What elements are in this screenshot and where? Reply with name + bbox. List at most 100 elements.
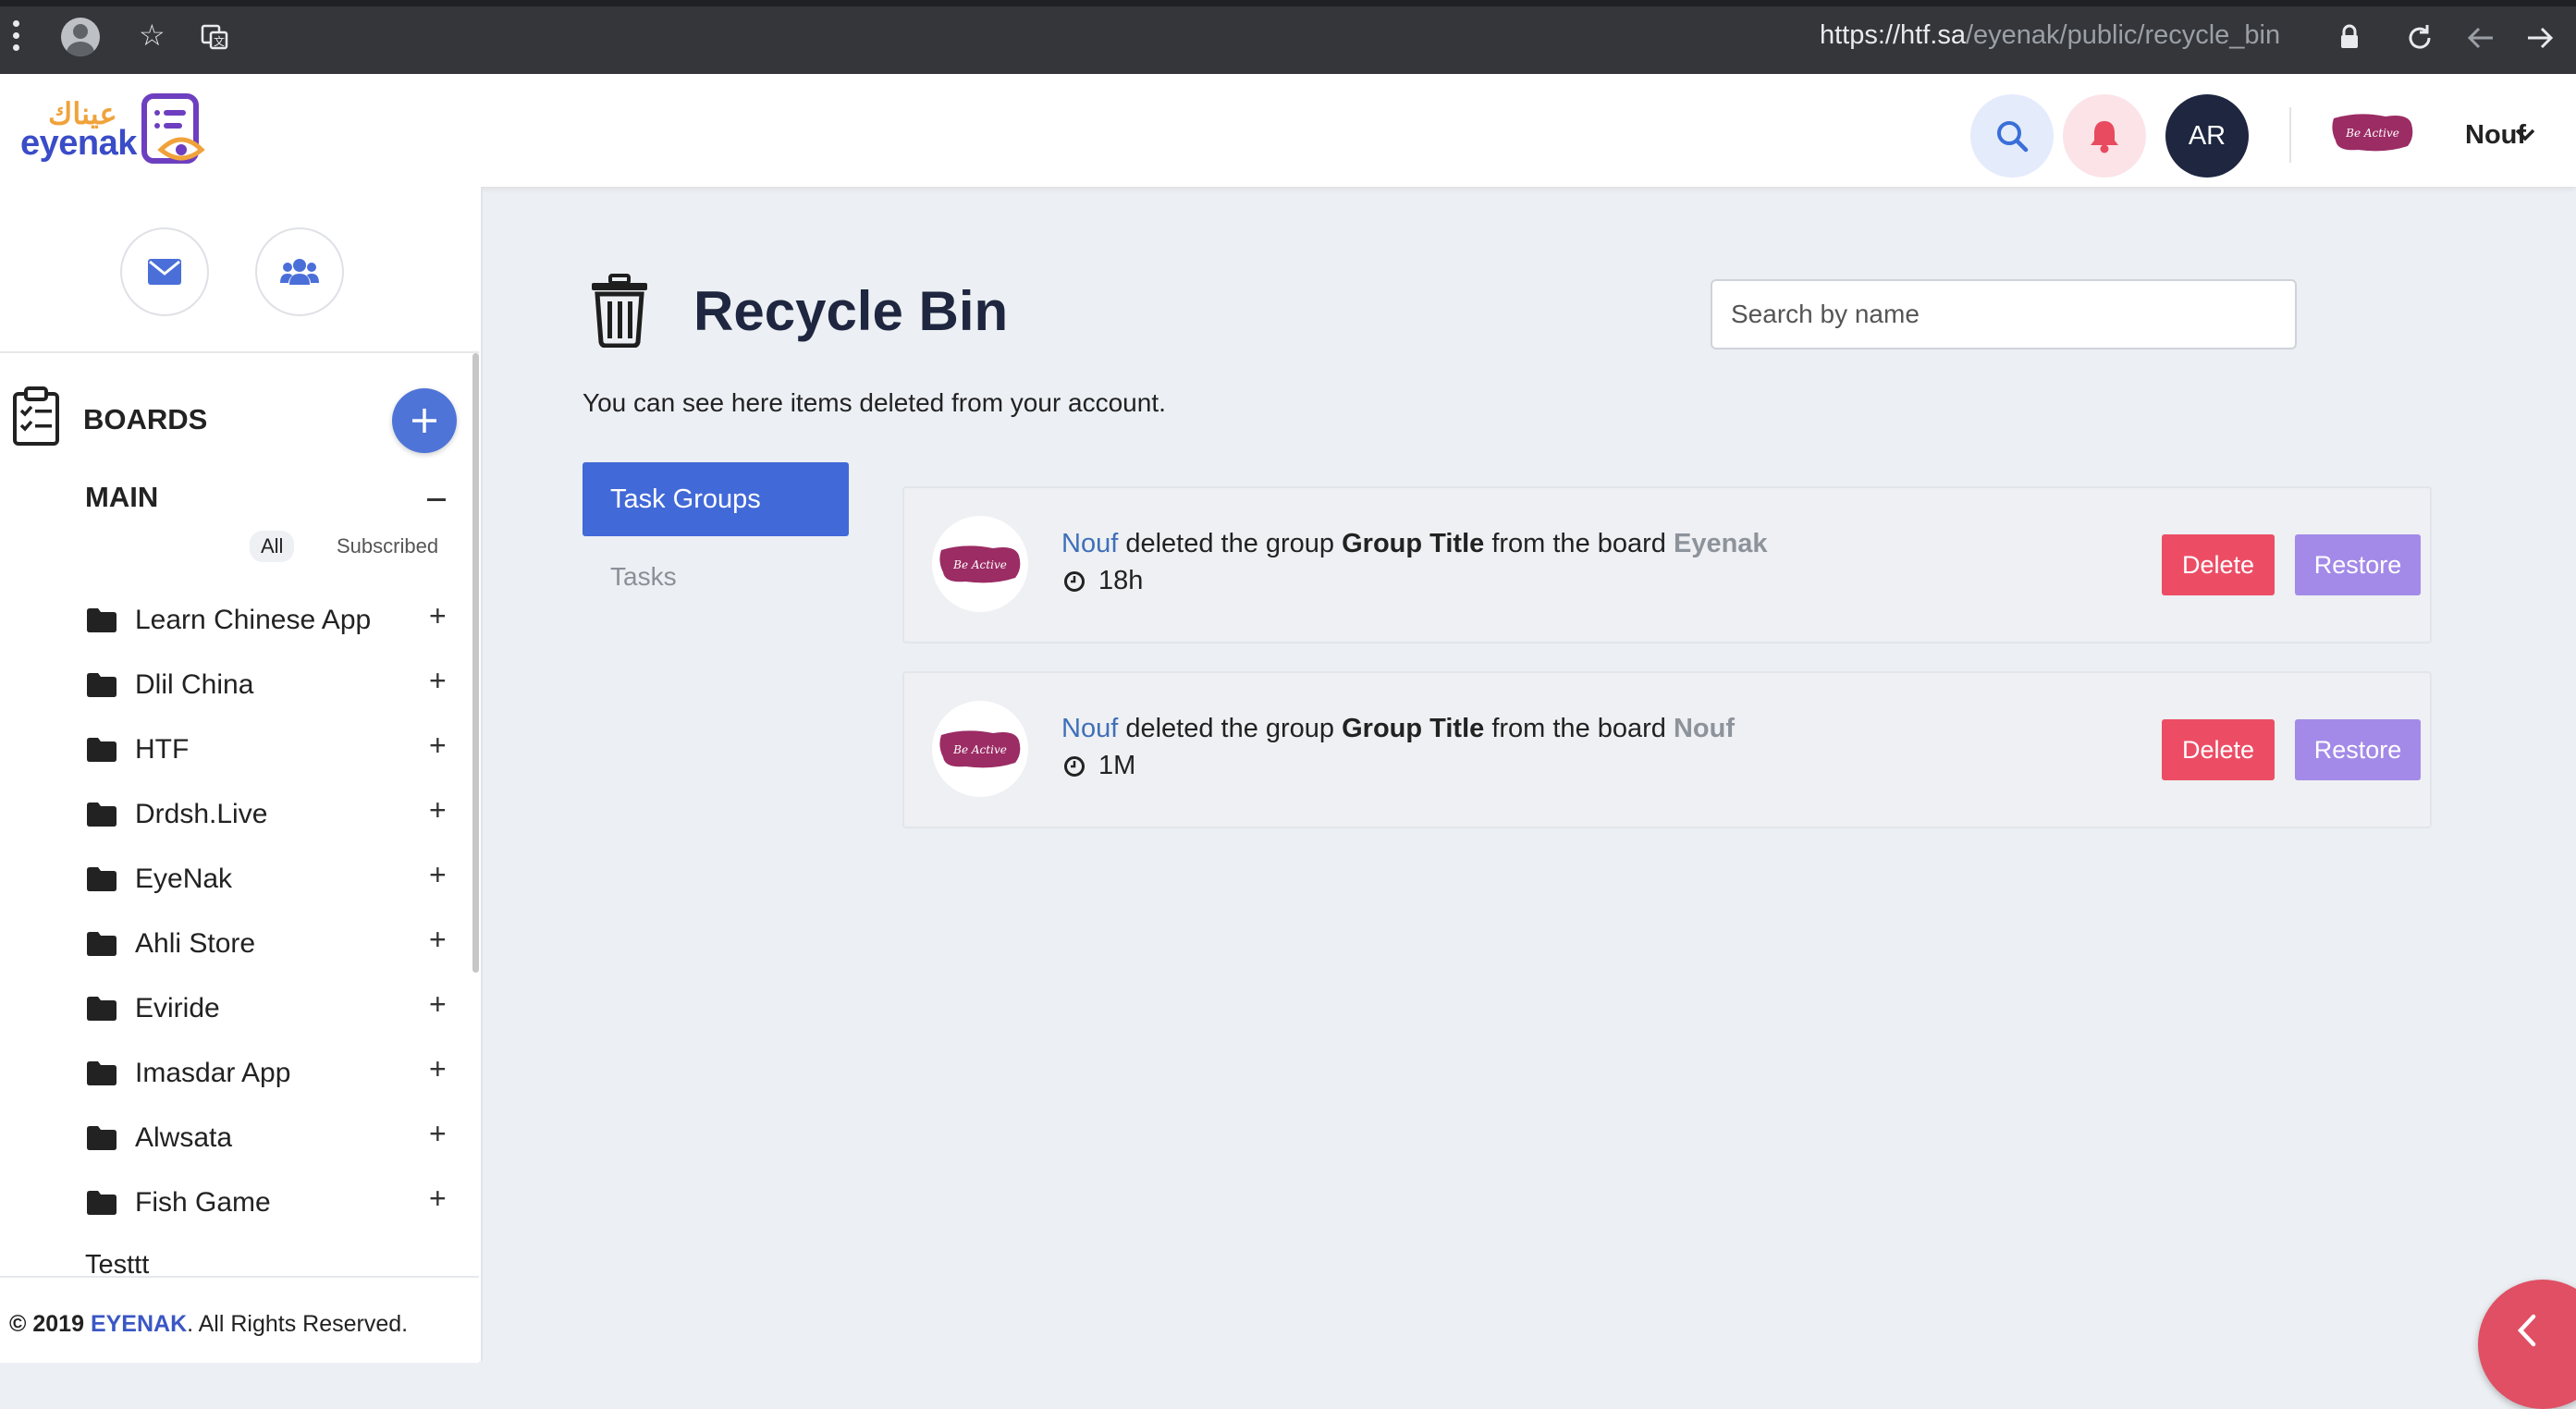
chevron-left-icon (2517, 1314, 2536, 1347)
time-ago: 1M (1098, 751, 1136, 780)
copyright-text: © 2019 EYENAK. All Rights Reserved. (9, 1311, 408, 1338)
deletion-time: 18h (1063, 566, 1143, 596)
board-item[interactable]: HTF + (0, 723, 462, 778)
browser-menu-icon[interactable] (13, 20, 20, 56)
deletion-message: Nouf deleted the group Group Title from … (1061, 529, 1768, 559)
main-group-title[interactable]: MAIN (85, 481, 158, 514)
deleted-item-card: Be Active Nouf deleted the group Group T… (902, 671, 2432, 828)
restore-button[interactable]: Restore (2295, 534, 2421, 595)
users-icon (280, 259, 319, 285)
time-ago: 18h (1098, 566, 1144, 595)
board-name: Learn Chinese App (135, 605, 372, 635)
group-name: Group Title (1342, 529, 1485, 558)
actor-name-link[interactable]: Nouf (1061, 714, 1118, 743)
page-title: Recycle Bin (693, 280, 1009, 342)
board-item[interactable]: Fish Game + (0, 1176, 462, 1231)
boards-title: BOARDS (83, 403, 208, 435)
logo-english-text: eyenak (20, 124, 137, 163)
board-item[interactable]: Ahli Store + (0, 917, 462, 973)
board-name: Eviride (135, 993, 220, 1023)
folder-icon (87, 738, 117, 762)
copyright-year: © 2019 (9, 1311, 84, 1337)
message-text: from the board (1484, 529, 1674, 558)
url-path: /eyenak/public/recycle_bin (1965, 20, 2281, 50)
logo-eye-icon (141, 93, 205, 164)
message-text: deleted the group (1118, 714, 1343, 743)
sidebar-scrollbar[interactable] (472, 353, 479, 973)
tab-tasks[interactable]: Tasks (610, 562, 677, 592)
address-bar-url[interactable]: https://htf.sa/eyenak/public/recycle_bin (1820, 20, 2280, 51)
add-group-plus-icon[interactable]: + (429, 989, 447, 1019)
language-button[interactable]: AR (2165, 94, 2249, 178)
board-item[interactable]: Dlil China + (0, 658, 462, 714)
clock-icon (1064, 755, 1085, 777)
tab-task-groups[interactable]: Task Groups (583, 462, 849, 536)
board-item[interactable]: EyeNak + (0, 852, 462, 908)
board-item[interactable]: Imasdar App + (0, 1047, 462, 1102)
board-item[interactable]: Eviride + (0, 982, 462, 1037)
avatar-text: Be Active (952, 743, 1007, 756)
be-active-brush-logo: Be Active (939, 545, 1021, 583)
sidebar-footer: © 2019 EYENAK. All Rights Reserved. (0, 1276, 479, 1363)
messages-button[interactable] (120, 227, 209, 316)
board-name: Nouf (1673, 714, 1736, 743)
user-avatar[interactable]: Be Active (2330, 109, 2415, 155)
reload-icon[interactable] (2404, 22, 2435, 54)
board-name: Drdsh.Live (135, 799, 268, 829)
clipboard-checklist-icon (13, 386, 59, 446)
search-input[interactable] (1711, 279, 2297, 349)
folder-icon (87, 932, 117, 956)
collapse-minus-icon[interactable] (427, 498, 446, 501)
trash-bin-icon (592, 274, 647, 348)
add-group-plus-icon[interactable]: + (429, 925, 447, 954)
forward-arrow-icon[interactable] (2524, 22, 2556, 54)
add-group-plus-icon[interactable]: + (429, 601, 447, 631)
add-group-plus-icon[interactable]: + (429, 1054, 447, 1084)
back-arrow-icon[interactable] (2465, 22, 2496, 54)
bookmark-star-icon[interactable]: ☆ (139, 20, 166, 50)
delete-button[interactable]: Delete (2162, 534, 2275, 595)
sidebar-separator (0, 351, 479, 353)
restore-button[interactable]: Restore (2295, 719, 2421, 780)
folder-icon (87, 673, 117, 697)
browser-chrome: ☆ 文 https://htf.sa/eyenak/public/recycle… (0, 0, 2576, 74)
footer-brand-link[interactable]: EYENAK (91, 1311, 187, 1337)
envelope-icon (148, 259, 181, 285)
page-subtitle: You can see here items deleted from your… (583, 388, 1166, 417)
search-icon (1997, 121, 2029, 153)
delete-button[interactable]: Delete (2162, 719, 2275, 780)
add-board-button[interactable] (392, 388, 457, 453)
browser-profile-icon[interactable] (61, 18, 100, 56)
add-group-plus-icon[interactable]: + (429, 1119, 447, 1148)
folder-icon (87, 1126, 117, 1150)
group-name: Group Title (1342, 714, 1485, 743)
actor-name-link[interactable]: Nouf (1061, 529, 1118, 558)
copyright-rights: . All Rights Reserved. (187, 1311, 409, 1337)
board-name: Alwsata (135, 1122, 233, 1153)
add-group-plus-icon[interactable]: + (429, 860, 447, 889)
filter-subscribed-tab[interactable]: Subscribed (337, 534, 438, 558)
board-item[interactable]: Learn Chinese App + (0, 594, 462, 649)
folder-icon (87, 1061, 117, 1085)
team-members-button[interactable] (255, 227, 344, 316)
add-group-plus-icon[interactable]: + (429, 666, 447, 695)
board-name: Fish Game (135, 1187, 271, 1218)
board-name: HTF (135, 734, 190, 765)
filter-all-tab[interactable]: All (250, 531, 295, 562)
board-item[interactable]: Alwsata + (0, 1111, 462, 1167)
translate-icon[interactable]: 文 (200, 22, 229, 52)
message-text: deleted the group (1118, 529, 1343, 558)
collapse-panel-button[interactable] (2478, 1280, 2576, 1409)
lock-icon (2341, 24, 2358, 48)
add-group-plus-icon[interactable]: + (429, 1183, 447, 1213)
board-name: Ahli Store (135, 928, 256, 959)
avatar-text: Be Active (952, 558, 1007, 571)
header-search-button[interactable] (1970, 94, 2054, 178)
notifications-button[interactable] (2063, 94, 2146, 178)
add-group-plus-icon[interactable]: + (429, 795, 447, 825)
board-item[interactable]: Drdsh.Live + (0, 788, 462, 843)
chevron-down-icon[interactable] (2513, 122, 2537, 146)
deleted-item-card: Be Active Nouf deleted the group Group T… (902, 486, 2432, 643)
add-group-plus-icon[interactable]: + (429, 730, 447, 760)
be-active-brush-logo: Be Active (939, 730, 1021, 768)
